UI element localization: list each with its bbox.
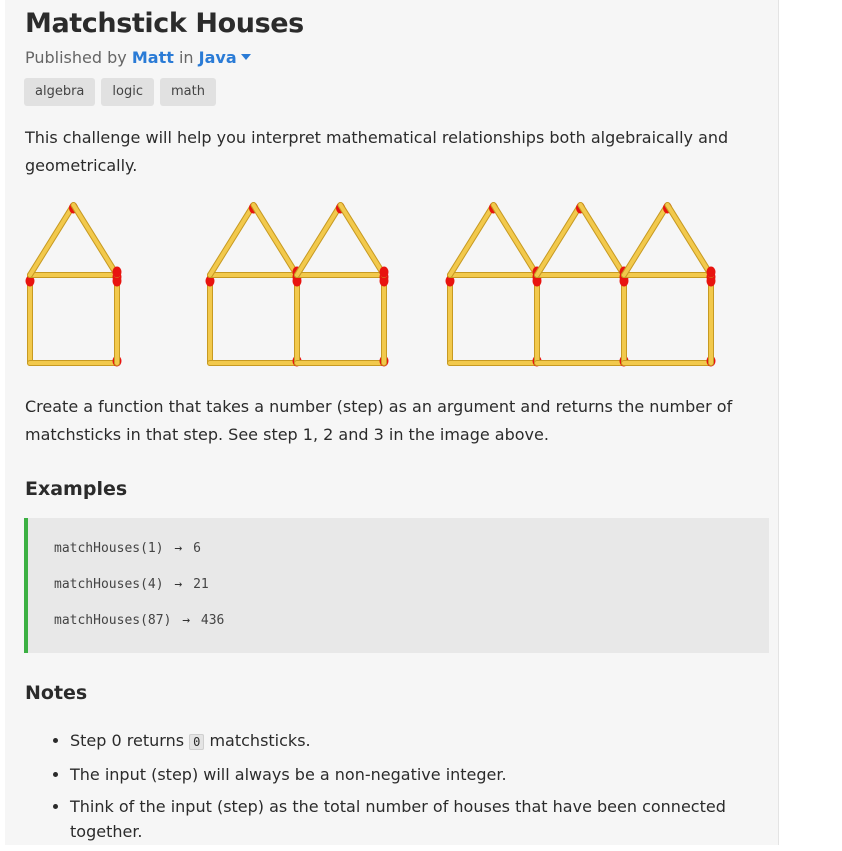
tag-math[interactable]: math [159,78,216,106]
notes-heading: Notes [25,682,88,704]
matchstick [577,202,629,278]
published-prefix: Published by [25,48,127,67]
matchstick [534,202,585,278]
tag-logic[interactable]: logic [101,78,154,106]
note-item: Think of the input (step) as the total n… [70,794,760,844]
example-result: 6 [193,541,201,556]
matchstick-houses-image [25,202,716,367]
language-label: Java [198,48,237,67]
matchstick [250,202,302,278]
matchstick [379,272,389,366]
matchstick [207,355,302,367]
challenge-panel: Matchstick Houses Published by Matt in J… [5,0,779,845]
matchstick [294,202,345,278]
example-call: matchHouses(4) [54,577,164,592]
examples-code-block: matchHouses(1) → 6 matchHouses(4) → 21 m… [24,518,769,653]
matchstick [621,355,716,367]
task-text: Create a function that takes a number (s… [25,397,733,444]
matchstick [112,272,122,366]
matchstick [27,202,78,278]
in-word: in [178,48,194,67]
matchstick [445,272,455,366]
matchstick [447,271,542,283]
example-result: 436 [200,613,225,628]
matchstick [447,202,498,278]
tag-list: algebra logic math [24,78,216,106]
notes-list: Step 0 returns 0 matchsticks. The input … [50,728,760,851]
tag-algebra[interactable]: algebra [24,78,96,106]
intro-text: This challenge will help you interpret m… [25,128,729,175]
matchstick [25,272,35,366]
matchstick [534,271,629,283]
matchstick [664,202,716,278]
example-result: 21 [193,577,209,592]
example-call: matchHouses(87) [54,613,172,628]
matchstick [207,202,258,278]
example-line-2: matchHouses(4) → 21 [54,577,209,592]
challenge-title: Matchstick Houses [25,8,304,39]
matchstick [207,271,302,283]
matchstick [294,355,389,367]
arrow-right-icon: → [182,613,191,628]
byline: Published by Matt in Java [25,48,251,67]
matchstick [205,272,215,366]
matchstick [337,202,389,278]
note-text: Step 0 returns [70,731,185,750]
inline-code: 0 [189,734,205,750]
matchstick [27,355,122,367]
arrow-right-icon: → [174,577,183,592]
arrow-right-icon: → [174,541,183,556]
example-line-1: matchHouses(1) → 6 [54,541,201,556]
matchstick [490,202,542,278]
matchstick [447,355,542,367]
language-dropdown[interactable]: Java [199,48,251,67]
note-item: Step 0 returns 0 matchsticks. [70,728,760,755]
matchstick [621,271,716,283]
matchstick [534,355,629,367]
matchstick [292,272,302,366]
note-item: The input (step) will always be a non-ne… [70,762,760,787]
example-call: matchHouses(1) [54,541,164,556]
note-text: matchsticks. [209,731,311,750]
author-link[interactable]: Matt [132,48,174,67]
matchstick [532,272,542,366]
matchstick [294,271,389,283]
matchstick [621,202,672,278]
matchstick [619,272,629,366]
examples-heading: Examples [25,478,128,500]
matchstick [70,202,122,278]
matchstick [27,271,122,283]
example-line-3: matchHouses(87) → 436 [54,613,224,628]
caret-down-icon [240,54,251,60]
matchstick [706,272,716,366]
